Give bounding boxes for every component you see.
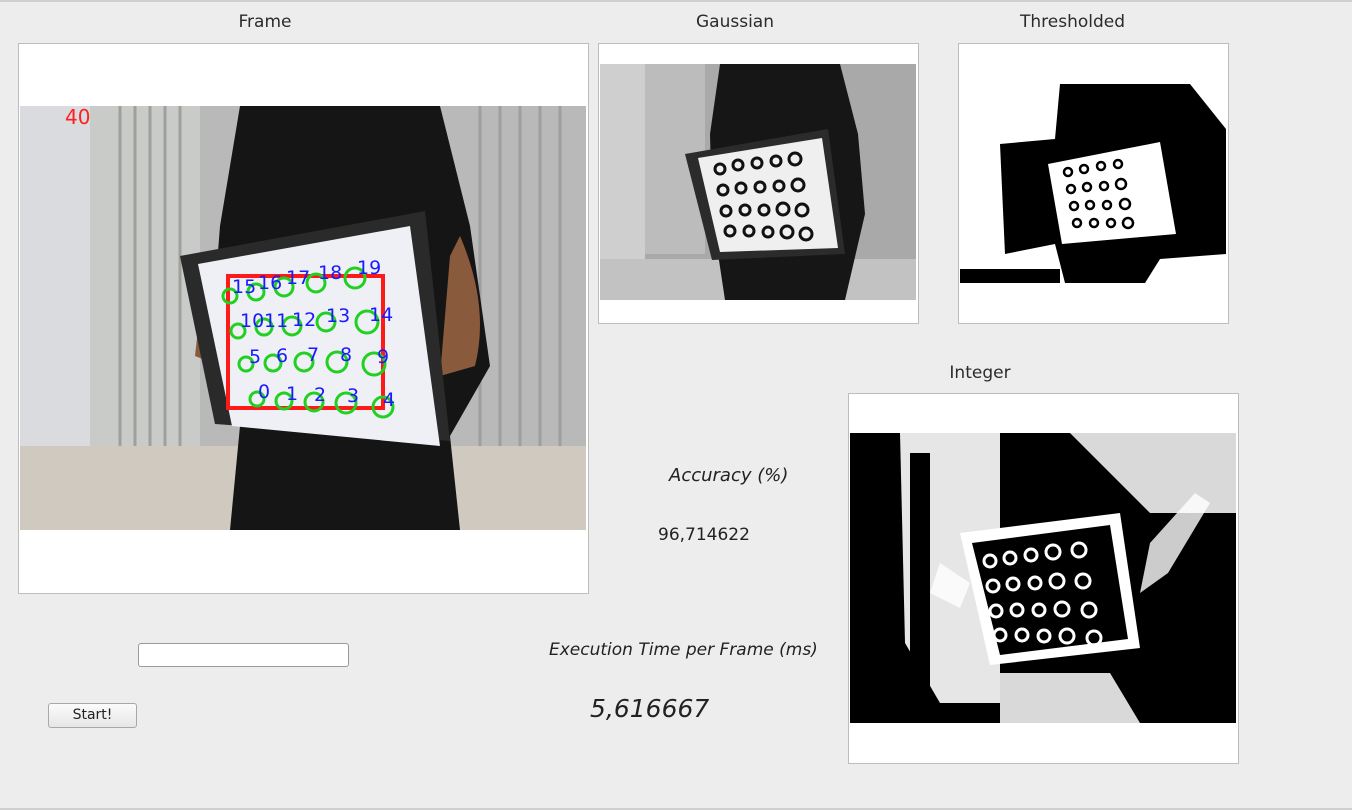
frame-counter: 40 [65,106,90,129]
start-button[interactable]: Start! [48,703,137,728]
point-label: 10 [240,310,264,332]
point-label: 17 [286,267,310,289]
point-label: 16 [258,272,282,294]
integer-panel [848,393,1239,764]
point-label: 13 [326,305,350,327]
text-input[interactable] [138,643,349,667]
point-label: 9 [377,346,389,368]
point-label: 18 [318,262,342,284]
frame-title: Frame [238,12,292,32]
gaussian-title: Gaussian [696,12,774,32]
point-label: 7 [307,344,319,366]
point-label: 1 [286,383,298,405]
point-label: 19 [357,257,381,279]
execution-time-value: 5,616667 [590,694,710,723]
point-label: 0 [258,381,270,403]
integer-title: Integer [949,363,1011,383]
execution-time-label: Execution Time per Frame (ms) [549,640,818,660]
gaussian-image [600,64,916,300]
point-label: 14 [369,304,393,326]
point-label: 4 [383,389,395,411]
thresholded-panel [958,43,1229,324]
thresholded-image [960,84,1226,283]
point-label: 2 [314,384,326,406]
accuracy-value: 96,714622 [658,525,750,545]
frame-image: 0 1 2 3 4 5 6 7 8 9 10 11 12 13 14 15 16… [20,106,586,530]
gaussian-panel [598,43,919,324]
point-label: 6 [276,345,288,367]
point-label: 12 [292,309,316,331]
point-label: 3 [347,385,359,407]
point-label: 8 [340,344,352,366]
point-label: 15 [232,276,256,298]
thresholded-title: Thresholded [1019,12,1126,32]
point-label: 11 [264,310,288,332]
accuracy-label: Accuracy (%) [669,465,789,486]
window-top-border [0,0,1352,2]
point-label: 5 [249,346,261,368]
frame-panel: 0 1 2 3 4 5 6 7 8 9 10 11 12 13 14 15 16… [18,43,589,594]
integer-image [850,433,1236,723]
